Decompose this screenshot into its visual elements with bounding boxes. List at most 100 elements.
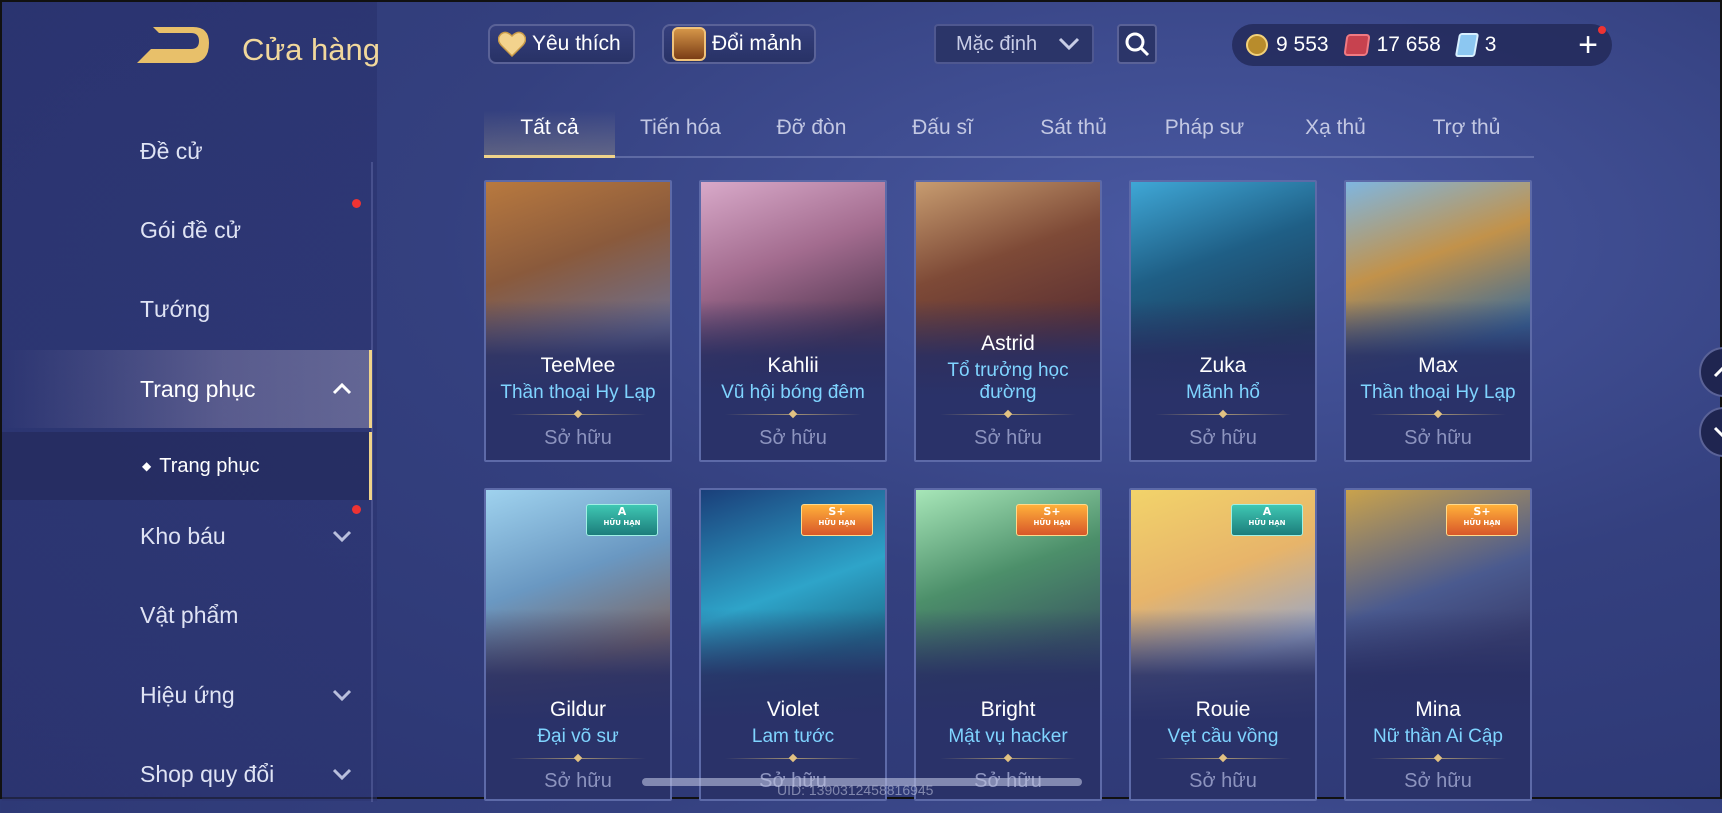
- tab-evolution[interactable]: Tiến hóa: [615, 110, 746, 156]
- scroll-down-button[interactable]: [1699, 407, 1722, 457]
- sidebar-item-label: Đề cử: [140, 137, 203, 164]
- rarity-badge: A HỮU HẠN: [1231, 504, 1303, 536]
- hero-name: Astrid: [981, 332, 1035, 355]
- sort-value: Mặc định: [956, 32, 1038, 55]
- chest-icon: [672, 27, 706, 61]
- tab-all[interactable]: Tất cả: [484, 110, 615, 158]
- gem-amount: 17 658: [1376, 33, 1441, 56]
- divider: [510, 758, 646, 759]
- gold-counter: 9 553: [1246, 33, 1329, 57]
- hero-name: Mina: [1415, 698, 1461, 721]
- search-button[interactable]: [1117, 24, 1157, 64]
- exchange-shards-button[interactable]: Đổi mảnh: [662, 24, 816, 64]
- skin-name: Vẹt cầu vồng: [1167, 726, 1279, 747]
- gem-counter: 17 658: [1343, 33, 1441, 57]
- sidebar-item-skins[interactable]: Trang phục: [2, 350, 372, 428]
- sidebar-item-heroes[interactable]: Tướng: [2, 270, 372, 348]
- owned-status: Sở hữu: [974, 427, 1042, 449]
- sidebar-item-label: Gói đề cử: [140, 216, 242, 243]
- sidebar-item-exchange-shop[interactable]: Shop quy đổi: [2, 735, 372, 813]
- sidebar-item-label: Shop quy đổi: [140, 760, 275, 787]
- favorites-button[interactable]: Yêu thích: [488, 24, 635, 64]
- divider: [1155, 758, 1291, 759]
- hero-name: Violet: [766, 698, 820, 721]
- sidebar-item-label: Hiệu ứng: [140, 681, 235, 708]
- skin-card[interactable]: Max Thần thoại Hy Lạp Sở hữu: [1344, 180, 1532, 462]
- chevron-up-icon: [332, 382, 352, 395]
- sidebar-item-recommended[interactable]: Đề cử: [2, 112, 372, 190]
- rarity-badge: A HỮU HẠN: [586, 504, 658, 536]
- skin-name: Thần thoại Hy Lạp: [1360, 382, 1516, 403]
- owned-status: Sở hữu: [1189, 770, 1257, 792]
- ticket-counter: 3: [1454, 33, 1497, 57]
- chevron-down-icon: [332, 768, 352, 781]
- tab-support[interactable]: Trợ thủ: [1401, 110, 1532, 156]
- sidebar-item-label: Tướng: [140, 295, 211, 322]
- hero-name: Bright: [980, 698, 1036, 721]
- hero-name: Gildur: [549, 698, 607, 721]
- rarity-badge: S+ HỮU HẠN: [801, 504, 873, 536]
- hero-name: Max: [1418, 354, 1458, 377]
- sidebar-item-label: Vật phẩm: [140, 601, 239, 628]
- skin-card[interactable]: Kahlii Vũ hội bóng đêm Sở hữu: [699, 180, 887, 462]
- chevron-up-icon: [1713, 366, 1722, 378]
- hero-name: Zuka: [1199, 354, 1247, 377]
- skin-name: Vũ hội bóng đêm: [721, 382, 865, 403]
- plus-icon: +: [1578, 26, 1598, 64]
- divider: [1370, 414, 1506, 415]
- tab-assassin[interactable]: Sát thủ: [1008, 110, 1139, 156]
- page-title: Cửa hàng: [242, 32, 380, 67]
- skin-card[interactable]: S+HỮU HẠN Bright Mật vụ hacker Sở hữu: [914, 488, 1102, 801]
- rarity-badge: S+ HỮU HẠN: [1446, 504, 1518, 536]
- favorites-label: Yêu thích: [532, 32, 621, 55]
- owned-status: Sở hữu: [759, 427, 827, 449]
- skin-name: Đại võ sư: [537, 726, 619, 747]
- hero-name: TeeMee: [540, 354, 616, 377]
- owned-status: Sở hữu: [544, 427, 612, 449]
- sidebar-item-treasure[interactable]: Kho báu: [2, 497, 372, 575]
- skin-name: Lam tước: [751, 726, 835, 747]
- skin-card[interactable]: TeeMee Thần thoại Hy Lạp Sở hữu: [484, 180, 672, 462]
- skin-card[interactable]: A HỮU HẠN Rouie Vẹt cầu vồng Sở hữu: [1129, 488, 1317, 801]
- red-gem-icon: [1343, 34, 1371, 56]
- skin-name: Mật vụ hacker: [948, 726, 1068, 747]
- skin-name: Tổ trưởng học đường: [947, 360, 1069, 403]
- divider: [1155, 414, 1291, 415]
- skin-card[interactable]: A HỮU HẠN Gildur Đại võ sư Sở hữu: [484, 488, 672, 801]
- skin-card[interactable]: Zuka Mãnh hổ Sở hữu: [1129, 180, 1317, 462]
- divider: [725, 758, 861, 759]
- add-currency-button[interactable]: +: [1578, 26, 1606, 64]
- skin-name: Thần thoại Hy Lạp: [500, 382, 656, 403]
- sidebar-item-effects[interactable]: Hiệu ứng: [2, 656, 372, 734]
- notification-dot: [352, 505, 361, 514]
- sidebar-subitem-skins[interactable]: ◆ Trang phục: [2, 432, 372, 500]
- gold-amount: 9 553: [1276, 33, 1329, 56]
- skin-card[interactable]: Astrid Tổ trưởng học đường Sở hữu: [914, 180, 1102, 462]
- sidebar-subitem-label: Trang phục: [159, 454, 260, 477]
- chevron-down-icon: [1713, 426, 1722, 438]
- notification-dot: [352, 199, 361, 208]
- skin-name: Mãnh hổ: [1186, 382, 1260, 403]
- gold-coin-icon: [1246, 34, 1268, 56]
- back-arrow-icon[interactable]: [137, 27, 209, 69]
- tab-tank[interactable]: Đỡ đòn: [746, 110, 877, 156]
- divider: [510, 414, 646, 415]
- sidebar-item-recommended-packs[interactable]: Gói đề cử: [2, 191, 372, 269]
- skin-card[interactable]: S+ HỮU HẠN Mina Nữ thần Ai Cập Sở hữu: [1344, 488, 1532, 801]
- tab-fighter[interactable]: Đấu sĩ: [877, 110, 1008, 156]
- ticket-amount: 3: [1484, 33, 1497, 56]
- user-id-watermark: UID: 1390312458816945: [777, 782, 934, 798]
- exchange-label: Đổi mảnh: [712, 32, 802, 55]
- heart-icon: [498, 31, 526, 57]
- divider: [940, 414, 1076, 415]
- scroll-up-button[interactable]: [1699, 347, 1722, 397]
- sort-dropdown[interactable]: Mặc định: [934, 24, 1094, 64]
- skin-card[interactable]: S+HỮU HẠN Violet Lam tước Sở hữu: [699, 488, 887, 801]
- divider: [725, 414, 861, 415]
- tab-mage[interactable]: Pháp sư: [1139, 110, 1270, 156]
- search-icon: [1125, 32, 1150, 57]
- divider: [1370, 758, 1506, 759]
- sidebar-item-items[interactable]: Vật phẩm: [2, 576, 372, 654]
- tab-marksman[interactable]: Xạ thủ: [1270, 110, 1401, 156]
- owned-status: Sở hữu: [1404, 427, 1472, 449]
